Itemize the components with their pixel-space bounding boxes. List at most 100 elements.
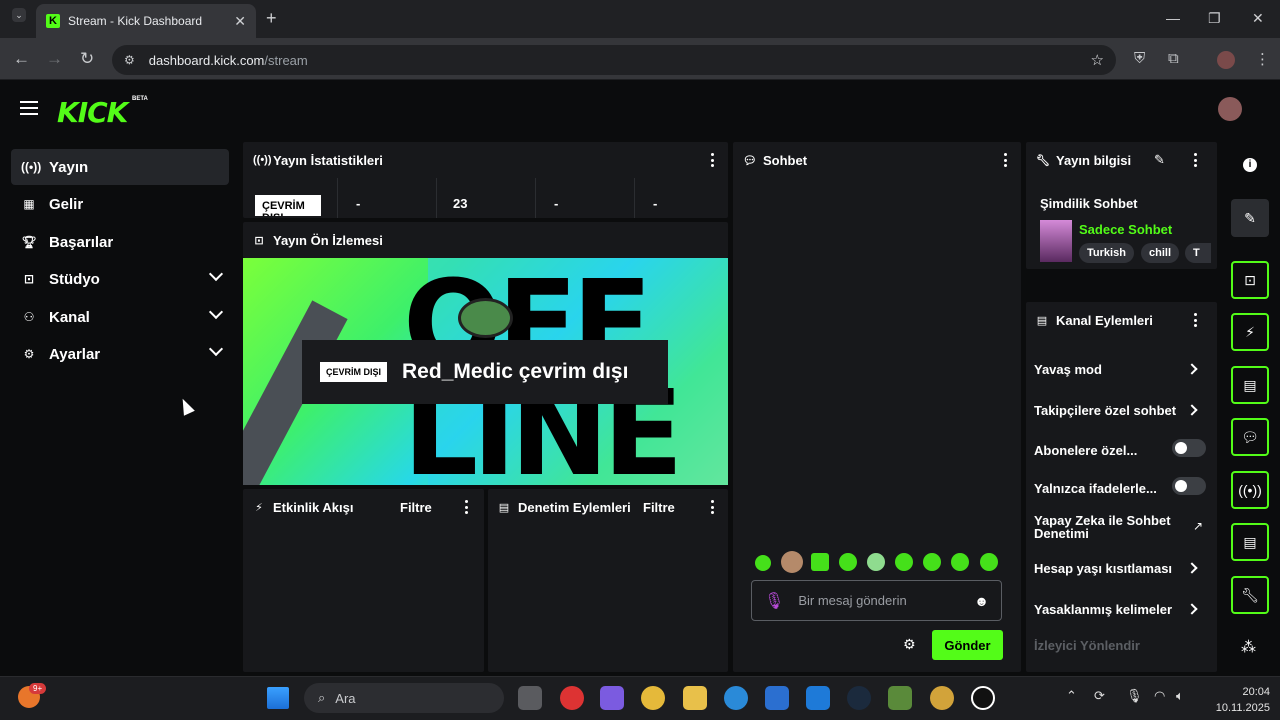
sidebar-item-basarilar[interactable]: 🏆︎ Başarılar [11, 224, 229, 260]
stat-value: - [337, 178, 436, 218]
obs-icon[interactable] [560, 686, 584, 710]
profile-avatar[interactable] [1217, 51, 1235, 69]
action-ai-moderation[interactable]: Yapay Zeka ile Sohbet Denetimi [1034, 514, 1174, 540]
emote[interactable] [867, 553, 885, 571]
tag[interactable]: chill [1141, 243, 1180, 263]
activity-feed-panel: ⚡︎ Etkinlik Akışı Filtre [243, 489, 484, 672]
toggle-switch[interactable] [1172, 477, 1206, 495]
reload-icon[interactable]: ↻ [80, 49, 94, 69]
send-button[interactable]: Gönder [932, 630, 1003, 660]
preview-icon[interactable]: ⊡ [1231, 261, 1269, 299]
sidebar-item-kanal[interactable]: ⚇ Kanal [11, 299, 229, 335]
offline-badge: ÇEVRİM DIŞI [320, 362, 388, 382]
sync-icon[interactable]: ⟳ [1094, 688, 1105, 704]
emote[interactable] [923, 553, 941, 571]
tab-search-icon[interactable]: ⌄ [12, 8, 26, 22]
broadcast-icon[interactable]: ((•)) [1231, 471, 1269, 509]
wifi-icon[interactable]: ◠ [1154, 688, 1165, 704]
chat-message-input[interactable]: 🎙︎ Bir mesaj gönderin ☻ [751, 580, 1002, 621]
extensions-icon[interactable]: ⧉ [1168, 50, 1179, 67]
action-account-age[interactable]: Hesap yaşı kısıtlaması [1034, 561, 1206, 576]
close-window-icon[interactable]: ✕ [1252, 10, 1264, 27]
action-followers-only[interactable]: Takipçilere özel sohbet [1034, 403, 1206, 418]
wrench-icon[interactable]: 🔧︎ [1231, 576, 1269, 614]
beta-label: BETA [132, 96, 148, 102]
edit-pencil-icon[interactable]: ✎ [1154, 152, 1165, 168]
info-icon[interactable]: i [1243, 158, 1257, 172]
back-icon[interactable]: ← [13, 49, 30, 69]
sidebar-item-ayarlar[interactable]: ⚙ Ayarlar [11, 336, 229, 372]
steam-icon[interactable] [847, 686, 871, 710]
maximize-icon[interactable]: ❐ [1208, 10, 1221, 27]
kebab-menu-icon[interactable] [1194, 313, 1197, 327]
user-avatar[interactable] [1218, 97, 1242, 121]
action-host-viewers[interactable]: İzleyici Yönlendir [1034, 638, 1206, 653]
store-icon[interactable] [765, 686, 789, 710]
emote[interactable] [980, 553, 998, 571]
action-slow-mode[interactable]: Yavaş mod [1034, 362, 1206, 377]
m365-icon[interactable] [600, 686, 624, 710]
forward-icon[interactable]: → [46, 49, 63, 69]
emote[interactable] [951, 553, 969, 571]
sidebar-item-label: Yayın [49, 158, 89, 176]
browser-menu-icon[interactable]: ⋮ [1255, 50, 1270, 68]
external-link-icon[interactable]: ↗ [1193, 519, 1203, 533]
taskbar-clock[interactable]: 20:04 10.11.2025 [1200, 684, 1270, 716]
emote[interactable] [839, 553, 857, 571]
sidebar-item-gelir[interactable]: ▦ Gelir [11, 186, 229, 222]
volume-icon[interactable]: 🔈︎ [1176, 688, 1184, 704]
emote[interactable] [781, 551, 803, 573]
action-subscribers-only[interactable]: Abonelere özel... [1034, 439, 1206, 458]
hamburger-menu-icon[interactable] [20, 101, 38, 119]
edit-pencil-icon[interactable]: ✎ [1231, 199, 1269, 237]
minimize-icon[interactable]: — [1166, 10, 1180, 26]
lightning-icon[interactable]: ⚡︎ [1231, 313, 1269, 351]
sidebar-item-yayin[interactable]: ((•)) Yayın [11, 149, 229, 185]
task-view-icon[interactable] [518, 686, 542, 710]
kebab-menu-icon[interactable] [711, 500, 714, 514]
browser-tab[interactable]: K Stream - Kick Dashboard ✕ [36, 4, 256, 38]
sidebar-item-studyo[interactable]: ⊡ Stüdyo [11, 261, 229, 297]
bookmark-star-icon[interactable]: ☆ [1091, 51, 1104, 69]
tag[interactable]: T [1185, 243, 1211, 263]
emote[interactable] [811, 553, 829, 571]
toggle-switch[interactable] [1172, 439, 1206, 457]
kebab-menu-icon[interactable] [1194, 153, 1197, 167]
taskbar-search[interactable]: ⌕ Ara [304, 683, 504, 713]
document-icon[interactable]: ▤ [1231, 366, 1269, 404]
kebab-menu-icon[interactable] [1004, 153, 1007, 167]
tray-chevron-up-icon[interactable]: ⌃ [1066, 688, 1077, 704]
windows-start-icon[interactable] [267, 687, 289, 709]
tag[interactable]: Turkish [1079, 243, 1134, 263]
action-emotes-only[interactable]: Yalnızca ifadelerle... [1034, 477, 1206, 496]
filter-button[interactable]: Filtre [400, 500, 432, 515]
site-info-icon[interactable]: ⚙ [124, 53, 135, 67]
sidebar-item-label: Stüdyo [49, 270, 100, 288]
kebab-menu-icon[interactable] [711, 153, 714, 167]
minecraft-icon[interactable] [888, 686, 912, 710]
kick-logo[interactable]: KICK [57, 96, 128, 129]
close-tab-icon[interactable]: ✕ [234, 13, 246, 30]
outlook-icon[interactable] [806, 686, 830, 710]
filter-button[interactable]: Filtre [643, 500, 675, 515]
file-explorer-icon[interactable] [683, 686, 707, 710]
emote[interactable] [755, 555, 771, 571]
microphone-icon[interactable]: 🎙︎ [764, 591, 784, 611]
edge-icon[interactable] [724, 686, 748, 710]
new-tab-button[interactable]: + [266, 8, 277, 29]
chat-icon[interactable]: 💬︎ [1231, 418, 1269, 456]
chat-settings-icon[interactable]: ⚙ [903, 636, 916, 653]
microphone-tray-icon[interactable]: 🎙︎ [1126, 688, 1143, 704]
channel-icon: ⚇ [23, 310, 35, 324]
address-bar[interactable]: ⚙ dashboard.kick.com/stream ☆ [112, 45, 1116, 75]
emoji-icon[interactable]: ☻ [974, 593, 989, 609]
emote[interactable] [895, 553, 913, 571]
chrome-profile-icon[interactable] [930, 686, 954, 710]
kebab-menu-icon[interactable] [465, 500, 468, 514]
add-widget-icon[interactable]: ⁂ [1241, 638, 1256, 656]
channel-actions-icon[interactable]: ▤ [1231, 523, 1269, 561]
chrome-icon[interactable] [641, 686, 665, 710]
action-banned-words[interactable]: Yasaklanmış kelimeler [1034, 602, 1206, 617]
unreal-engine-icon[interactable] [971, 686, 995, 710]
shield-extension-icon[interactable]: ⛨ [1134, 50, 1145, 67]
